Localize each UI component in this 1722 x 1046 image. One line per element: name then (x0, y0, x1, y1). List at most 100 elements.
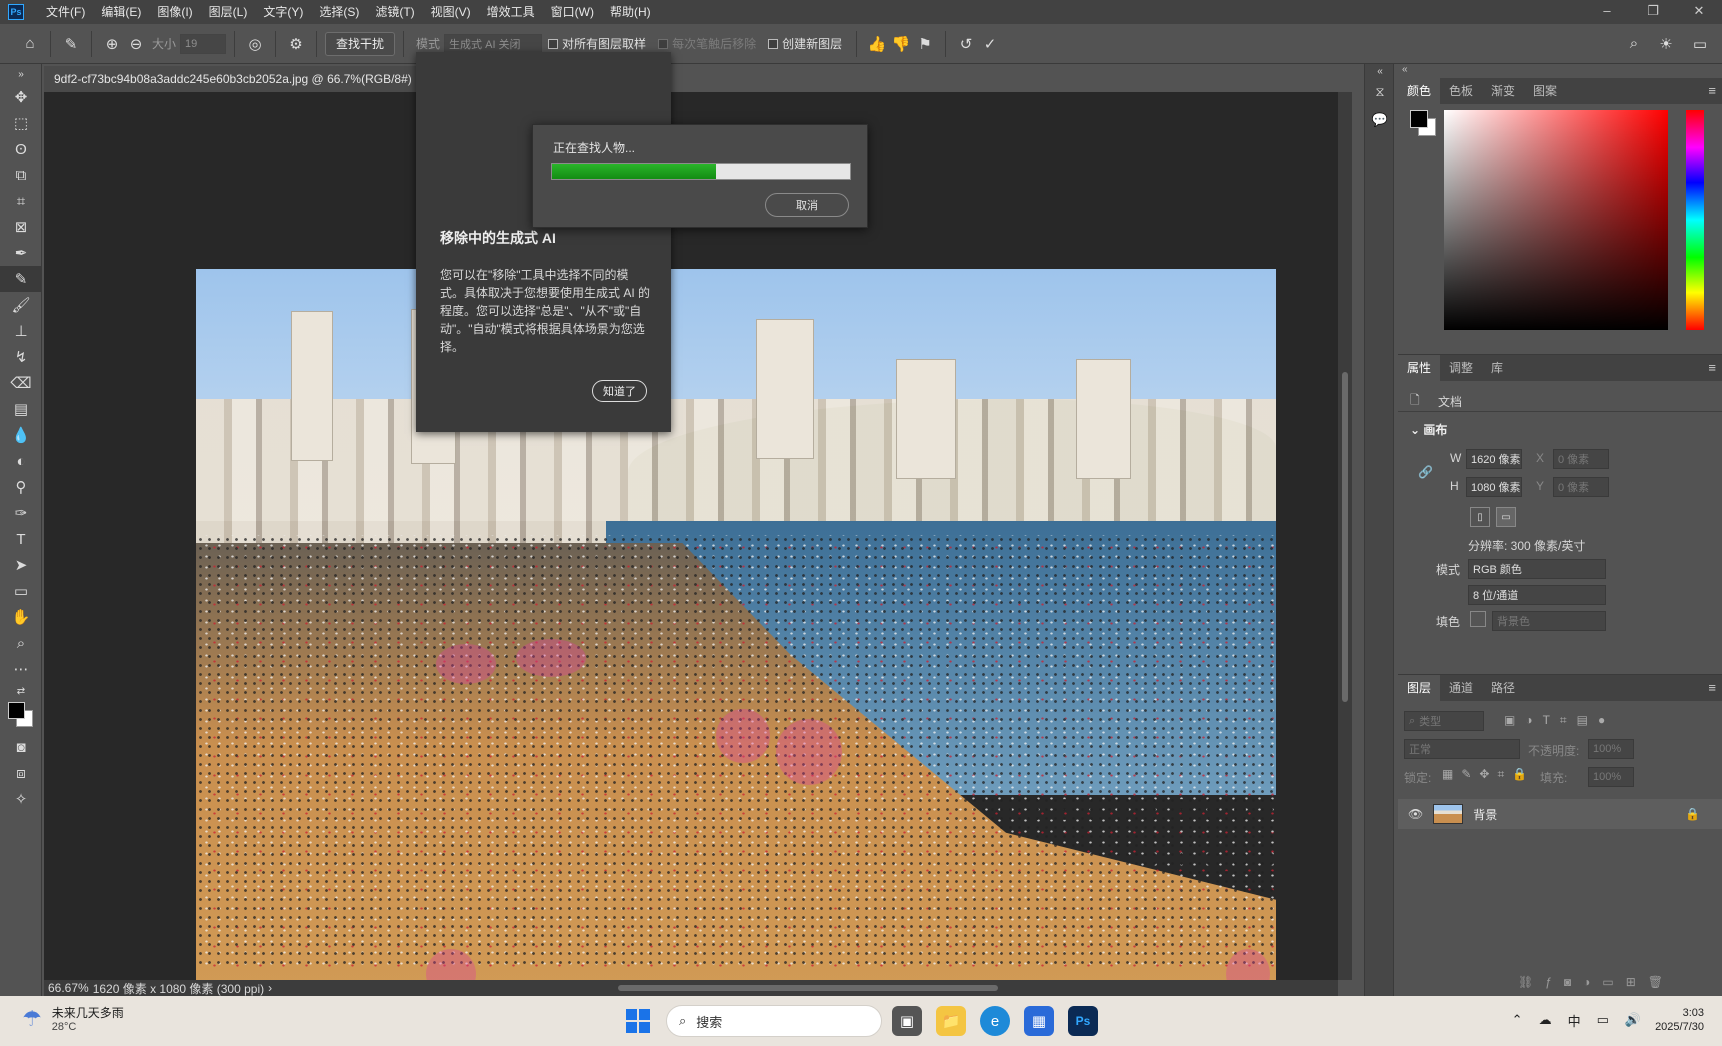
weather-widget[interactable]: ☂ 未来几天多雨 28°C (22, 1004, 124, 1034)
menu-layer[interactable]: 图层(L) (201, 0, 256, 24)
blend-mode-select[interactable]: 正常 (1404, 739, 1520, 759)
tab-adjustments[interactable]: 调整 (1440, 355, 1482, 381)
width-field[interactable]: 1620 像素 (1466, 449, 1522, 469)
brush-tool-icon[interactable]: 🖌 (0, 292, 42, 318)
eraser-tool-icon[interactable]: ⌫ (0, 370, 42, 396)
tab-channels[interactable]: 通道 (1440, 675, 1482, 701)
tab-paths[interactable]: 路径 (1482, 675, 1524, 701)
subtract-stroke-icon[interactable]: ⊖ (124, 32, 148, 56)
swap-colors-icon[interactable]: ⇄ (0, 682, 42, 700)
menu-help[interactable]: 帮助(H) (602, 0, 659, 24)
start-icon[interactable] (626, 1009, 650, 1033)
more-tools-icon[interactable]: ⋯ (0, 656, 42, 682)
layer-filter-select[interactable]: ⌕ 类型 (1404, 711, 1484, 731)
bit-depth-select[interactable]: 8 位/通道 (1468, 585, 1606, 605)
store-icon[interactable]: ▦ (1024, 1006, 1054, 1036)
panel-collapse-icon[interactable]: « (1398, 64, 1722, 78)
height-field[interactable]: 1080 像素 (1466, 477, 1522, 497)
vertical-scroll-thumb[interactable] (1342, 372, 1348, 702)
tab-libraries[interactable]: 库 (1482, 355, 1512, 381)
panel-menu-icon[interactable]: ≡ (1708, 355, 1716, 381)
got-it-button[interactable]: 知道了 (592, 380, 647, 402)
landscape-orientation-icon[interactable]: ▭ (1496, 507, 1516, 527)
dodge-tool-icon[interactable]: ◐ (0, 448, 42, 474)
opacity-field[interactable]: 100% (1588, 739, 1634, 759)
pressure-icon[interactable]: ◎ (243, 32, 267, 56)
document-tab[interactable]: 9df2-cf73bc94b08a3addc245e60b3cb2052a.jp… (44, 66, 440, 92)
horizontal-scroll-thumb[interactable] (618, 985, 998, 991)
marquee-tool-icon[interactable]: ⬚ (0, 110, 42, 136)
link-icon[interactable]: 🔗 (1418, 465, 1433, 479)
remove-tool-preset-icon[interactable]: ✎ (59, 32, 83, 56)
quick-mask-icon[interactable]: ◙ (0, 734, 42, 760)
y-field[interactable]: 0 像素 (1553, 477, 1609, 497)
pen-tool-icon[interactable]: ✑ (0, 500, 42, 526)
minimize-icon[interactable]: – (1584, 0, 1630, 24)
add-stroke-icon[interactable]: ⊕ (100, 32, 124, 56)
ime-indicator[interactable]: 中 (1568, 1011, 1581, 1030)
zoom-level[interactable]: 66.67% (44, 981, 89, 995)
fill-swatch[interactable] (1470, 611, 1486, 627)
history-brush-icon[interactable]: ↯ (0, 344, 42, 370)
hand-tool-icon[interactable]: ✋ (0, 604, 42, 630)
new-layer-checkbox[interactable]: 创建新图层 (768, 35, 842, 52)
file-explorer-icon[interactable]: 📁 (936, 1006, 966, 1036)
menu-window[interactable]: 窗口(W) (543, 0, 602, 24)
layer-action-icons[interactable]: ⛓ƒ◙◑▭⊞🗑 (1518, 975, 1675, 989)
remove-tool-icon[interactable]: ✎ (0, 266, 42, 292)
lock-icons[interactable]: ▦✎✥⌗🔒 (1442, 767, 1535, 782)
menu-plugins[interactable]: 增效工具 (479, 0, 543, 24)
rectangle-tool-icon[interactable]: ▭ (0, 578, 42, 604)
tab-properties[interactable]: 属性 (1398, 355, 1441, 381)
color-mode-select[interactable]: RGB 颜色 (1468, 559, 1606, 579)
size-input[interactable]: 19 (180, 33, 227, 54)
menu-image[interactable]: 图像(I) (149, 0, 200, 24)
layer-row[interactable]: 👁 背景 🔒 (1398, 799, 1722, 829)
display-icon[interactable]: ▭ (1597, 1012, 1609, 1028)
thumbs-up-icon[interactable]: 👍 (865, 32, 889, 56)
eye-icon[interactable]: 👁 (1408, 807, 1423, 821)
menu-filter[interactable]: 滤镜(T) (367, 0, 422, 24)
maximize-icon[interactable]: ❐ (1630, 0, 1676, 24)
screen-mode-icon[interactable]: ⧈ (0, 760, 42, 786)
gradient-tool-icon[interactable]: ▤ (0, 396, 42, 422)
foreground-color-swatch[interactable] (8, 702, 25, 719)
hue-slider[interactable] (1686, 110, 1704, 330)
portrait-orientation-icon[interactable]: ▯ (1470, 507, 1490, 527)
tab-layers[interactable]: 图层 (1398, 675, 1441, 701)
thumbs-down-icon[interactable]: 👎 (889, 32, 913, 56)
crop-tool-icon[interactable]: ⌗ (0, 188, 42, 214)
taskbar-search[interactable]: ⌕ 搜索 (666, 1005, 882, 1037)
fill-opacity-field[interactable]: 100% (1588, 767, 1634, 787)
vertical-scrollbar[interactable] (1338, 92, 1352, 980)
x-field[interactable]: 0 像素 (1553, 449, 1609, 469)
mode-select[interactable]: 生成式 AI 关闭 (444, 33, 543, 54)
frame-tool-icon[interactable]: ⊠ (0, 214, 42, 240)
menu-view[interactable]: 视图(V) (423, 0, 479, 24)
move-tool-icon[interactable]: ✥ (0, 84, 42, 110)
tab-gradients[interactable]: 渐变 (1482, 78, 1524, 104)
status-arrow-icon[interactable]: › (264, 981, 272, 995)
close-icon[interactable]: ✕ (1676, 0, 1722, 24)
lasso-tool-icon[interactable]: ʘ (0, 136, 42, 162)
search-icon[interactable]: ⌕ (1622, 32, 1646, 56)
panel-menu-icon[interactable]: ≡ (1708, 675, 1716, 701)
layer-name[interactable]: 背景 (1473, 806, 1497, 823)
sample-all-checkbox[interactable]: 对所有图层取样 (548, 35, 646, 52)
blur-tool-icon[interactable]: 💧 (0, 422, 42, 448)
zoom-tool-icon[interactable]: ⌕ (0, 630, 42, 656)
fg-color-swatch[interactable] (1410, 110, 1428, 128)
tab-swatches[interactable]: 色板 (1440, 78, 1482, 104)
comment-icon[interactable]: 💬 (1365, 106, 1395, 134)
expand-icon[interactable]: « (1365, 64, 1395, 78)
photoshop-taskbar-icon[interactable]: Ps (1068, 1006, 1098, 1036)
beach-photo[interactable] (196, 269, 1276, 989)
menu-edit[interactable]: 编辑(E) (93, 0, 149, 24)
canvas-section-title[interactable]: ⌄ 画布 (1410, 421, 1447, 438)
flag-icon[interactable]: ⚑ (913, 32, 937, 56)
undo-icon[interactable]: ↺ (954, 32, 978, 56)
tab-color[interactable]: 颜色 (1398, 78, 1441, 104)
menu-file[interactable]: 文件(F) (38, 0, 93, 24)
type-tool-icon[interactable]: T (0, 526, 42, 552)
remove-after-stroke-checkbox[interactable]: 每次笔触后移除 (658, 35, 756, 52)
